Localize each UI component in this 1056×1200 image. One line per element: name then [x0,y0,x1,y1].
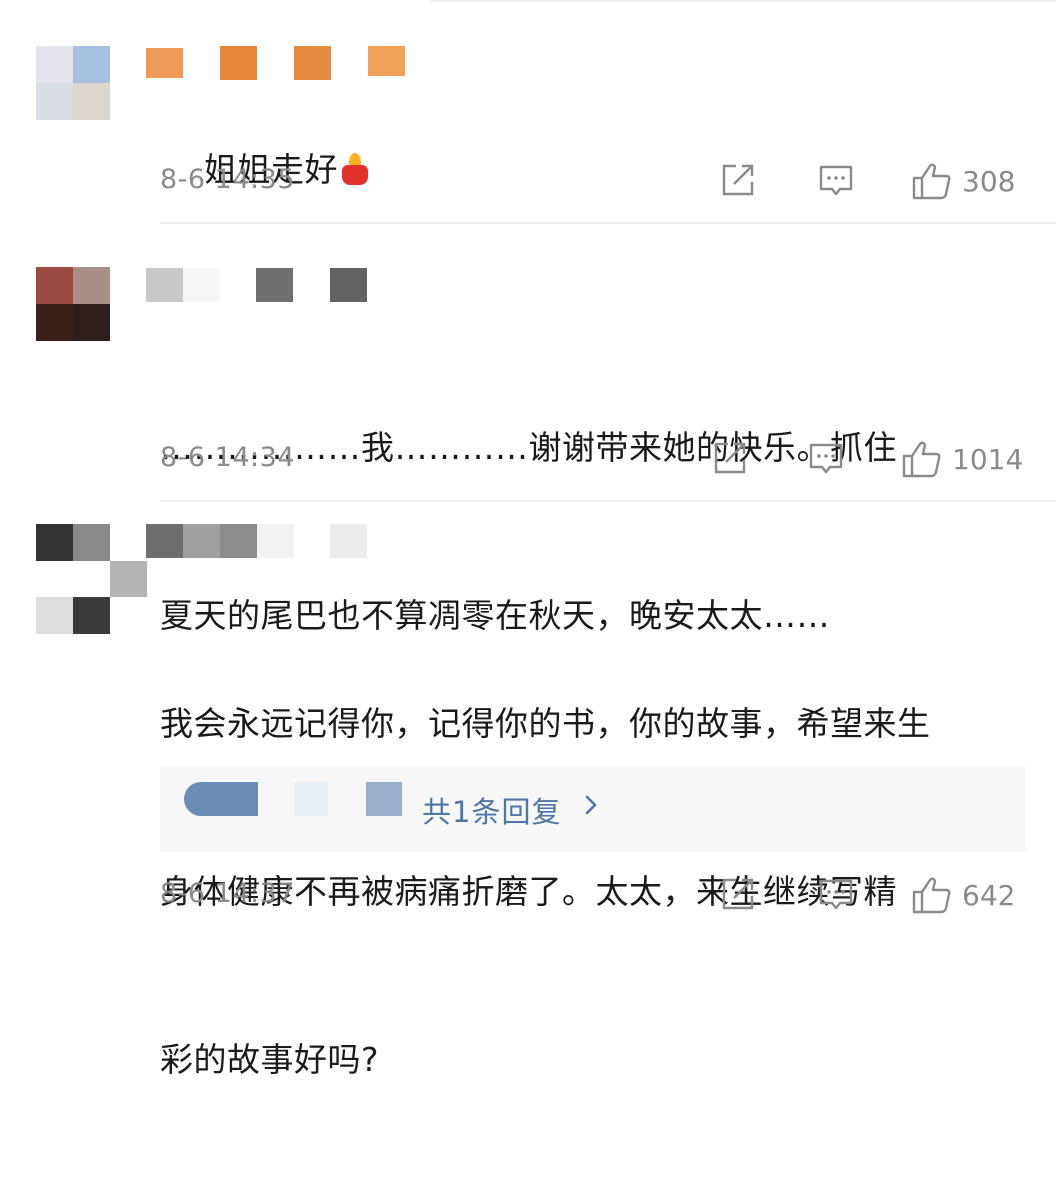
avatar-pixel [73,83,110,120]
redacted-block [184,782,258,816]
redacted-block [294,782,328,816]
redacted-block [294,46,331,80]
comment-meta: 8-6 14:37 642 [160,876,1026,916]
comment-item: 姐姐走好 8-6 14:35 308 [0,0,1056,224]
redacted-block [368,46,405,76]
chevron-right-icon [585,795,597,815]
like-count: 308 [962,164,1016,198]
thumbs-up-icon [912,877,951,914]
username-redacted[interactable] [146,524,376,558]
username-redacted[interactable] [146,268,376,302]
comment-button[interactable] [818,876,854,912]
redacted-block [183,524,220,558]
comment-item: 我会永远记得你，记得你的书，你的故事，希望来生 身体健康不再被病痛折磨了。太太，… [0,502,1056,1079]
avatar-pixel [73,597,110,634]
redacted-block [183,268,220,302]
avatar-pixel [36,597,73,634]
comment-icon [809,443,843,474]
comment-meta: 8-6 14:34 1014 [160,440,1026,480]
avatar[interactable] [36,524,110,634]
redacted-block [257,524,294,558]
comment-item: ………………我…………谢谢带来她的快乐。抓住 夏天的尾巴也不算凋零在秋天，晚安太… [0,224,1056,635]
comment-icon [819,165,853,196]
like-button[interactable]: 1014 [902,440,1023,478]
redacted-block [256,268,293,302]
avatar-pixel [73,267,110,304]
avatar-pixel [36,46,73,83]
avatar-pixel [36,524,73,561]
comment-button[interactable] [808,440,844,476]
avatar-pixel [36,304,73,341]
redacted-block [330,268,367,302]
username-redacted[interactable] [146,46,406,80]
avatar-pixel [36,83,73,120]
share-icon [714,442,746,474]
like-count: 642 [962,878,1016,912]
comment-button[interactable] [818,162,854,198]
redacted-block [220,524,257,558]
timestamp: 8-6 14:35 [160,164,295,195]
reply-count-link[interactable]: 共1条回复 [422,789,561,831]
timestamp: 8-6 14:34 [160,442,295,473]
comment-icon [819,879,853,910]
avatar-pixel [73,304,110,341]
redacted-block [146,48,183,78]
avatar-pixel [73,561,110,597]
like-count: 1014 [952,442,1024,476]
comment-text-line: 我会永远记得你，记得你的书，你的故事，希望来生 [160,704,931,743]
avatar-pixel [36,267,73,304]
avatar[interactable] [36,46,110,120]
avatar-pixel [73,524,110,561]
redacted-block [146,268,183,302]
reply-preview[interactable]: 共1条回复 [160,766,1026,852]
redacted-block [146,524,183,558]
comment-text-line: 彩的故事好吗? [160,1040,380,1079]
avatar-pixel [110,561,147,597]
redacted-block [220,46,257,80]
avatar-pixel [36,561,73,597]
share-icon [722,878,754,910]
avatar[interactable] [36,267,110,341]
redacted-block [366,782,402,816]
share-button[interactable] [720,162,756,198]
share-icon [722,164,754,196]
share-button[interactable] [712,440,748,476]
redacted-block [330,524,367,558]
like-button[interactable]: 642 [912,876,1015,914]
comment-meta: 8-6 14:35 308 [160,162,1026,202]
thumbs-up-icon [902,441,941,478]
avatar-pixel [73,46,110,83]
thumbs-up-icon [912,163,951,200]
share-button[interactable] [720,876,756,912]
timestamp: 8-6 14:37 [160,878,295,909]
like-button[interactable]: 308 [912,162,1015,200]
